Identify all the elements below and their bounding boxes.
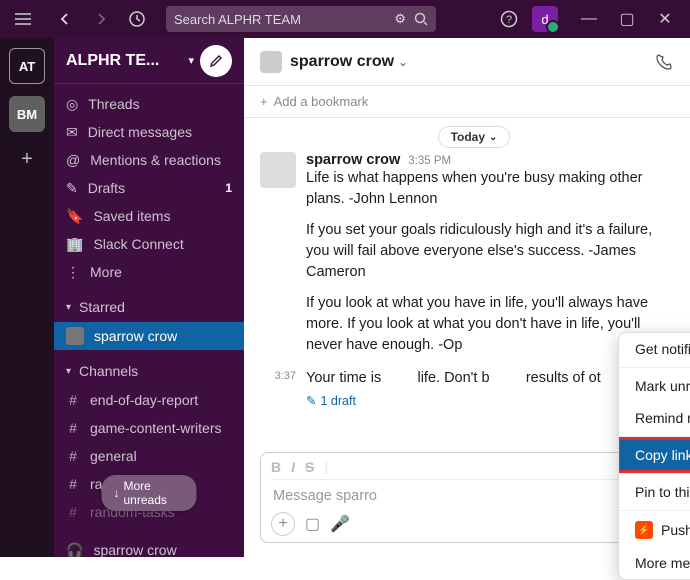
workspace-alphr[interactable]: AT <box>9 48 45 84</box>
hamburger-icon[interactable] <box>8 5 38 33</box>
hash-icon: # <box>66 392 80 408</box>
menu-get-notified[interactable]: Get notified about new replies <box>619 333 690 365</box>
svg-text:?: ? <box>506 14 512 26</box>
at-icon: @ <box>66 152 80 168</box>
caret-icon: ▾ <box>66 366 71 377</box>
starred-section[interactable]: ▾Starred <box>54 292 244 322</box>
composer-toolbar: B I S | <box>271 459 663 480</box>
italic-button[interactable]: I <box>291 459 295 475</box>
pencil-icon: ✎ <box>306 393 316 408</box>
headphones-icon: 🎧 <box>66 542 83 558</box>
hash-icon: # <box>66 420 80 436</box>
chevron-down-icon: ▾ <box>188 54 194 67</box>
message-time: 3:35 PM <box>408 155 451 167</box>
channel-avatar <box>260 51 282 73</box>
arrow-down-icon: ↓ <box>114 486 120 500</box>
message-avatar[interactable] <box>260 152 296 188</box>
menu-remind-me[interactable]: Remind me about this› <box>619 402 690 434</box>
hash-icon: # <box>66 448 80 464</box>
window-close[interactable]: ✕ <box>648 5 682 33</box>
menu-mark-unread[interactable]: Mark unreadU <box>619 370 690 402</box>
search-icon[interactable] <box>414 12 428 26</box>
sidebar-more[interactable]: ⋮More <box>54 258 244 286</box>
menu-copy-link[interactable]: Copy link <box>619 439 690 471</box>
channel-name[interactable]: sparrow crow <box>290 53 394 71</box>
mic-button[interactable]: 🎤 <box>330 514 350 534</box>
history-button[interactable] <box>122 5 152 33</box>
more-unreads-pill[interactable]: ↓More unreads <box>102 475 197 511</box>
sidebar: ALPHR TE... ▾ ◎Threads ✉Direct messages … <box>54 38 244 557</box>
back-button[interactable] <box>50 5 80 33</box>
video-button[interactable]: ▢ <box>305 514 320 534</box>
hash-icon: # <box>66 504 80 520</box>
channel-general[interactable]: #general <box>54 442 244 470</box>
message-author[interactable]: sparrow crow <box>306 152 400 168</box>
channel-header: sparrow crow ⌄ <box>244 38 690 86</box>
sidebar-saved[interactable]: 🔖Saved items <box>54 202 244 230</box>
menu-more-shortcuts[interactable]: More message shortcuts... <box>619 547 690 579</box>
chevron-down-icon: ⌄ <box>489 132 497 143</box>
workspace-rail: AT BM + <box>0 38 54 557</box>
bookmark-icon: 🔖 <box>66 208 83 225</box>
help-button[interactable]: ? <box>494 5 524 33</box>
building-icon: 🏢 <box>66 236 83 253</box>
bold-button[interactable]: B <box>271 459 281 475</box>
dm-icon: ✉ <box>66 124 78 141</box>
message-time: 3:37 <box>260 368 296 408</box>
compose-button[interactable] <box>200 45 232 77</box>
window-minimize[interactable]: — <box>572 5 606 33</box>
call-button[interactable] <box>654 52 674 72</box>
threads-icon: ◎ <box>66 96 78 113</box>
sidebar-mentions[interactable]: @Mentions & reactions <box>54 146 244 174</box>
sidebar-threads[interactable]: ◎Threads <box>54 90 244 118</box>
sidebar-drafts[interactable]: ✎Drafts1 <box>54 174 244 202</box>
zapier-icon: ⚡ <box>635 521 653 539</box>
forward-button[interactable] <box>86 5 116 33</box>
day-divider[interactable]: Today⌄ <box>438 126 511 148</box>
search-input[interactable]: Search ALPHR TEAM ⚙ <box>166 6 436 32</box>
plus-icon: + <box>260 94 268 109</box>
workspace-bm[interactable]: BM <box>9 96 45 132</box>
chevron-down-icon[interactable]: ⌄ <box>398 55 408 69</box>
channel-game-content[interactable]: #game-content-writers <box>54 414 244 442</box>
sidebar-starred-sparrow[interactable]: sparrow crow <box>54 322 244 350</box>
strike-button[interactable]: S <box>305 459 314 475</box>
attach-button[interactable]: + <box>271 512 295 536</box>
drafts-count: 1 <box>225 181 232 195</box>
add-workspace-button[interactable]: + <box>21 148 33 171</box>
message-text: Life is what happens when you're busy ma… <box>306 168 688 356</box>
channel-end-of-day[interactable]: #end-of-day-report <box>54 386 244 414</box>
search-placeholder: Search ALPHR TEAM <box>174 12 394 27</box>
caret-icon: ▾ <box>66 302 71 313</box>
channels-section[interactable]: ▾Channels <box>54 356 244 386</box>
filter-icon[interactable]: ⚙ <box>394 11 406 27</box>
sidebar-connect[interactable]: 🏢Slack Connect <box>54 230 244 258</box>
hash-icon: # <box>66 476 80 492</box>
menu-push-zapier[interactable]: ⚡Push to Zapier...Zapier <box>619 513 690 547</box>
menu-pin[interactable]: Pin to this conversationP <box>619 476 690 508</box>
message-composer[interactable]: B I S | Message sparro + ▢ 🎤 <box>260 452 674 543</box>
message-context-menu: ⋮ Get notified about new replies Mark un… <box>618 332 690 580</box>
workspace-title[interactable]: ALPHR TE... <box>66 52 182 70</box>
dots-icon: ⋮ <box>66 264 80 281</box>
sidebar-dms[interactable]: ✉Direct messages <box>54 118 244 146</box>
window-maximize[interactable]: ▢ <box>610 5 644 33</box>
pencil-icon: ✎ <box>66 180 78 197</box>
avatar-icon <box>66 327 84 345</box>
user-avatar[interactable]: d <box>532 6 558 32</box>
sidebar-dm-sparrow[interactable]: 🎧sparrow crow <box>54 536 244 557</box>
add-bookmark-button[interactable]: +Add a bookmark <box>244 86 690 118</box>
composer-input[interactable]: Message sparro <box>271 480 663 512</box>
